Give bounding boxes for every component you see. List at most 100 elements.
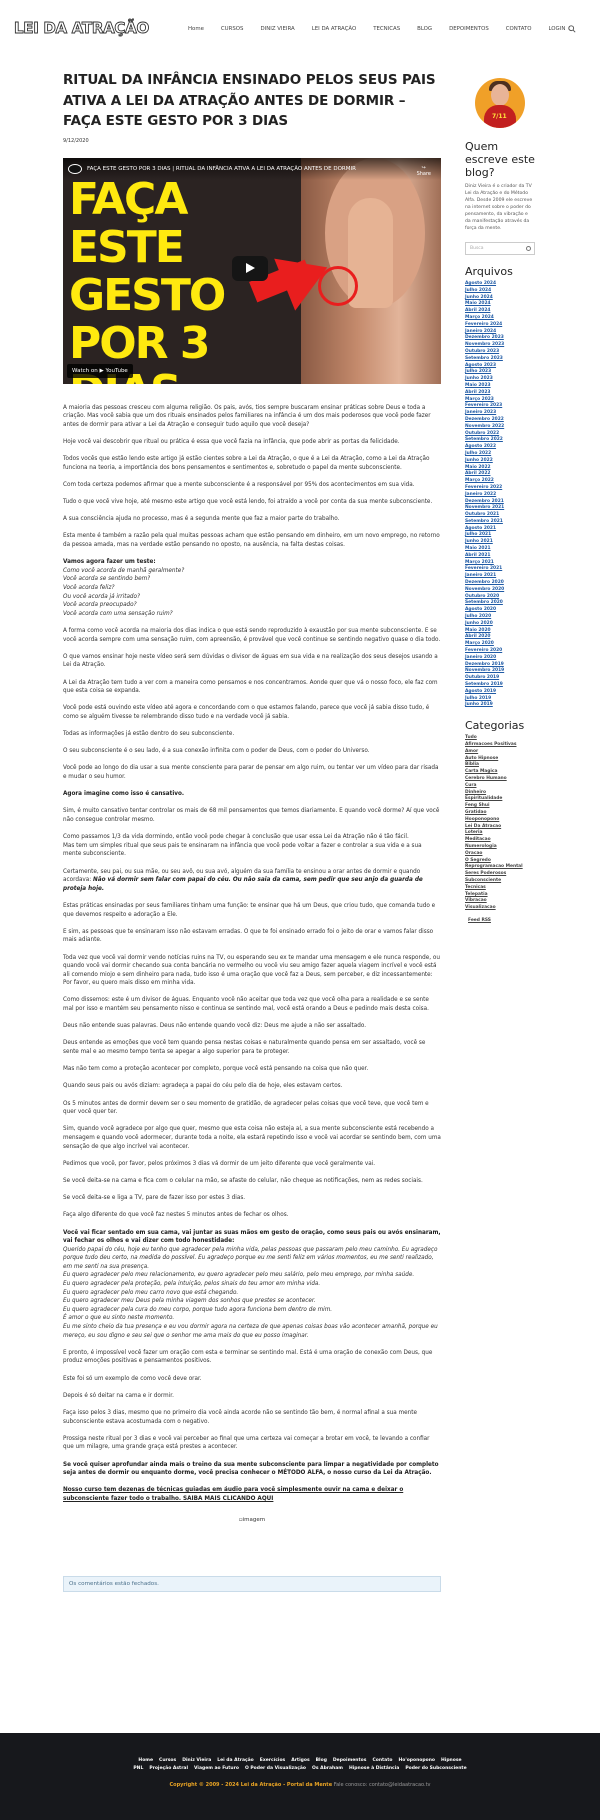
nav-item-login[interactable]: Login xyxy=(549,26,566,32)
nav-item-diniz-vieira[interactable]: Diniz Vieira xyxy=(260,26,294,32)
archive-link[interactable]: Janeiro 2023 xyxy=(465,410,535,417)
sidebar-search-icon[interactable] xyxy=(526,246,531,251)
nav-item-lei-da-atra-o[interactable]: Lei da Atração xyxy=(312,26,356,32)
nav-item-tecnicas[interactable]: Tecnicas xyxy=(373,26,400,32)
archive-link[interactable]: Fevereiro 2024 xyxy=(465,322,535,329)
archive-link[interactable]: Dezembro 2020 xyxy=(465,580,535,587)
archive-link[interactable]: Fevereiro 2020 xyxy=(465,648,535,655)
archive-link[interactable]: Janeiro 2020 xyxy=(465,655,535,662)
archive-link[interactable]: Janeiro 2022 xyxy=(465,492,535,499)
archive-link[interactable]: Março 2022 xyxy=(465,478,535,485)
archive-link[interactable]: Dezembro 2022 xyxy=(465,417,535,424)
archive-link[interactable]: Outubro 2021 xyxy=(465,512,535,519)
video-title[interactable]: FAÇA ESTE GESTO POR 3 DIAS | RITUAL DA I… xyxy=(87,166,356,172)
paragraph: Todas as informações já estão dentro do … xyxy=(63,731,235,738)
footer-link[interactable]: PNL xyxy=(133,1766,143,1771)
prayer-line: Eu quero agradecer pela cura do meu corp… xyxy=(63,1306,333,1313)
category-link[interactable]: Amor xyxy=(465,749,535,756)
channel-icon[interactable] xyxy=(68,163,82,174)
share-button[interactable]: ↪ Share xyxy=(417,165,431,177)
archive-link[interactable]: Setembro 2023 xyxy=(465,356,535,363)
contact-link[interactable]: Fale conosco: contato@leidaatracao.tv xyxy=(334,1782,431,1788)
video-embed[interactable]: FAÇA ESTE GESTO POR 3 DIAS FAÇA ESTE GES… xyxy=(63,157,441,384)
footer-link[interactable]: Ho'oponopono xyxy=(398,1758,435,1763)
footer-link[interactable]: Artigos xyxy=(291,1758,309,1763)
archive-link[interactable]: Março 2020 xyxy=(465,641,535,648)
archive-link[interactable]: Outubro 2023 xyxy=(465,349,535,356)
archive-link[interactable]: Agosto 2022 xyxy=(465,444,535,451)
footer-link[interactable]: Depoimentos xyxy=(333,1758,367,1763)
archive-link[interactable]: Novembro 2020 xyxy=(465,587,535,594)
footer-link[interactable]: Projeção Astral xyxy=(149,1766,188,1771)
category-link[interactable]: Numerologia xyxy=(465,844,535,851)
archive-link[interactable]: Maio 2021 xyxy=(465,546,535,553)
category-link[interactable]: Meditacao xyxy=(465,837,535,844)
archive-link[interactable]: Julho 2022 xyxy=(465,451,535,458)
footer-link[interactable]: Hipnose xyxy=(441,1758,462,1763)
nav-item-contato[interactable]: Contato xyxy=(506,26,532,32)
footer-link[interactable]: Cursos xyxy=(159,1758,176,1763)
archive-link[interactable]: Setembro 2021 xyxy=(465,519,535,526)
list-item: Ou você acorda já irritado? xyxy=(63,593,141,600)
archive-link[interactable]: Julho 2024 xyxy=(465,288,535,295)
nav-item-cursos[interactable]: Cursos xyxy=(221,26,244,32)
watch-on-youtube-button[interactable]: Watch on ▶ YouTube xyxy=(67,363,133,378)
archive-link[interactable]: Julho 2020 xyxy=(465,614,535,621)
archive-link[interactable]: Novembro 2022 xyxy=(465,424,535,431)
category-link[interactable]: Cura xyxy=(465,783,535,790)
archive-link[interactable]: Junho 2022 xyxy=(465,458,535,465)
footer-link[interactable]: Exercícios xyxy=(260,1758,285,1763)
search-icon[interactable] xyxy=(568,25,576,33)
archive-link[interactable]: Novembro 2023 xyxy=(465,342,535,349)
category-link[interactable]: Seres Poderosos xyxy=(465,871,535,878)
archive-link[interactable]: Abril 2024 xyxy=(465,308,535,315)
footer-link[interactable]: Viagem ao Futuro xyxy=(194,1766,239,1771)
archive-link[interactable]: Junho 2020 xyxy=(465,621,535,628)
list-item: Você acorda feliz? xyxy=(63,584,115,591)
nav-item-depoimentos[interactable]: Depoimentos xyxy=(449,26,489,32)
archive-link[interactable]: Março 2024 xyxy=(465,315,535,322)
footer-link[interactable]: Blog xyxy=(316,1758,327,1763)
cta-link[interactable]: Nosso curso tem dezenas de técnicas guia… xyxy=(63,1487,403,1502)
category-link[interactable]: Afirmacoes Positivas xyxy=(465,742,535,749)
category-link[interactable]: Oracao xyxy=(465,851,535,858)
category-link[interactable]: Tudo xyxy=(465,735,535,742)
category-link[interactable]: Cerebro Humano xyxy=(465,776,535,783)
archive-link[interactable]: Agosto 2024 xyxy=(465,281,535,288)
footer-link[interactable]: Poder do Subconsciente xyxy=(405,1766,466,1771)
feed-rss-link[interactable]: Feed RSS xyxy=(468,918,535,925)
category-link[interactable]: Gratidao xyxy=(465,810,535,817)
category-link[interactable]: Feng Shui xyxy=(465,803,535,810)
nav-item-blog[interactable]: Blog xyxy=(417,26,432,32)
cta-paragraph: Se você quiser aprofundar ainda mais o t… xyxy=(63,1461,441,1478)
site-logo[interactable]: LEI DA ATRAÇÃO xyxy=(14,19,150,38)
category-link[interactable]: Subconsciente xyxy=(465,878,535,885)
archive-link[interactable]: Fevereiro 2022 xyxy=(465,485,535,492)
category-link[interactable]: Visualizacao xyxy=(465,905,535,912)
nav-item-home[interactable]: Home xyxy=(188,26,204,32)
archive-link[interactable]: Maio 2023 xyxy=(465,383,535,390)
archive-link[interactable]: Agosto 2019 xyxy=(465,689,535,696)
paragraph: A forma como você acorda na maioria dos … xyxy=(63,627,441,643)
play-button[interactable] xyxy=(232,255,268,281)
paragraph: Prossiga neste ritual por 3 dias e você … xyxy=(63,1435,430,1451)
question-list: Como você acorda de manhã geralmente? Voc… xyxy=(63,567,441,619)
archive-link[interactable]: Abril 2023 xyxy=(465,390,535,397)
sidebar-search-input[interactable]: Busca xyxy=(465,242,535,255)
archive-link[interactable]: Outubro 2019 xyxy=(465,675,535,682)
archive-link[interactable]: Setembro 2019 xyxy=(465,682,535,689)
archive-link[interactable]: Junho 2023 xyxy=(465,376,535,383)
footer-link[interactable]: O Poder da Visualização xyxy=(245,1766,306,1771)
category-link[interactable]: Carta Magica xyxy=(465,769,535,776)
category-link[interactable]: Hooponopono xyxy=(465,817,535,824)
footer-link[interactable]: Os Abraham xyxy=(312,1766,343,1771)
footer-link[interactable]: Hipnose à Distância xyxy=(349,1766,399,1771)
archive-link[interactable]: Abril 2021 xyxy=(465,553,535,560)
prayer-line: Eu quero agradecer meu Deus pela minha v… xyxy=(63,1298,316,1305)
category-link[interactable]: Tecnicas xyxy=(465,885,535,892)
footer-link[interactable]: Diniz Vieira xyxy=(182,1758,211,1763)
archive-link[interactable]: Junho 2019 xyxy=(465,702,535,709)
footer-link[interactable]: Lei da Atração xyxy=(217,1758,254,1763)
footer-link[interactable]: Contato xyxy=(372,1758,392,1763)
footer-link[interactable]: Home xyxy=(138,1758,153,1763)
